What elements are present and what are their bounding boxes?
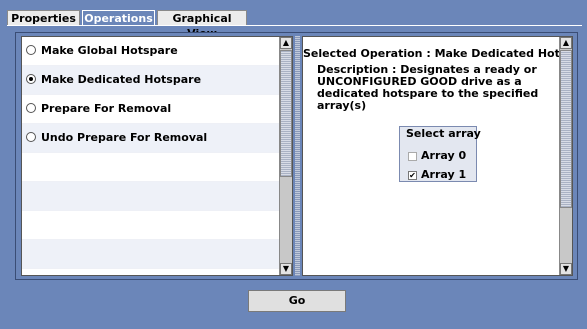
radio-make-global-hotspare[interactable] [26,45,36,55]
operation-description: Description : Designates a ready or UNCO… [317,63,539,112]
option-label: Prepare For Removal [41,102,172,115]
array-0-option: Array 0 [408,149,466,162]
tab-graphical-view[interactable]: Graphical View [157,10,247,40]
tab-properties[interactable]: Properties [7,10,80,25]
operation-details: Selected Operation : Make Dedicated Hots… [302,36,573,276]
right-scrollbar[interactable]: ▲ ▼ [559,37,572,275]
select-array-group: Select array Array 0 ✔ Array 1 [399,126,481,182]
array-1-option[interactable]: ✔ Array 1 [408,168,466,181]
array-1-label: Array 1 [421,168,467,181]
array-0-checkbox[interactable] [408,151,417,161]
pane-splitter[interactable] [295,36,300,276]
list-item[interactable]: Make Global Hotspare [22,37,279,66]
scroll-thumb[interactable] [560,50,572,208]
empty-row [22,153,279,182]
left-scrollbar[interactable]: ▲ ▼ [279,37,292,275]
empty-row [22,211,279,240]
option-label: Undo Prepare For Removal [41,131,208,144]
tab-operations[interactable]: Operations [82,10,155,26]
list-item[interactable]: Make Dedicated Hotspare [22,66,279,95]
scroll-down-arrow-icon[interactable]: ▼ [560,263,572,275]
radio-undo-prepare-for-removal[interactable] [26,132,36,142]
array-0-label: Array 0 [421,149,467,162]
option-label: Make Dedicated Hotspare [41,73,202,86]
tab-divider [7,25,582,26]
operation-list: Make Global Hotspare Make Dedicated Hots… [21,36,293,276]
empty-row [22,182,279,211]
operations-panel: Make Global Hotspare Make Dedicated Hots… [15,32,578,280]
list-item[interactable]: Prepare For Removal [22,95,279,124]
option-label: Make Global Hotspare [41,44,178,57]
select-array-label: Select array [406,127,481,140]
radio-make-dedicated-hotspare[interactable] [26,74,36,84]
scroll-up-arrow-icon[interactable]: ▲ [560,37,572,49]
array-1-checkbox[interactable]: ✔ [408,170,417,180]
tab-bar: Properties Operations Graphical View [7,10,582,40]
scroll-up-arrow-icon[interactable]: ▲ [280,37,292,49]
scroll-thumb[interactable] [280,50,292,177]
empty-row [22,240,279,269]
radio-prepare-for-removal[interactable] [26,103,36,113]
selected-operation-title: Selected Operation : Make Dedicated Hots… [303,47,573,60]
go-button[interactable]: Go [248,290,346,312]
scroll-down-arrow-icon[interactable]: ▼ [280,263,292,275]
list-item[interactable]: Undo Prepare For Removal [22,124,279,153]
